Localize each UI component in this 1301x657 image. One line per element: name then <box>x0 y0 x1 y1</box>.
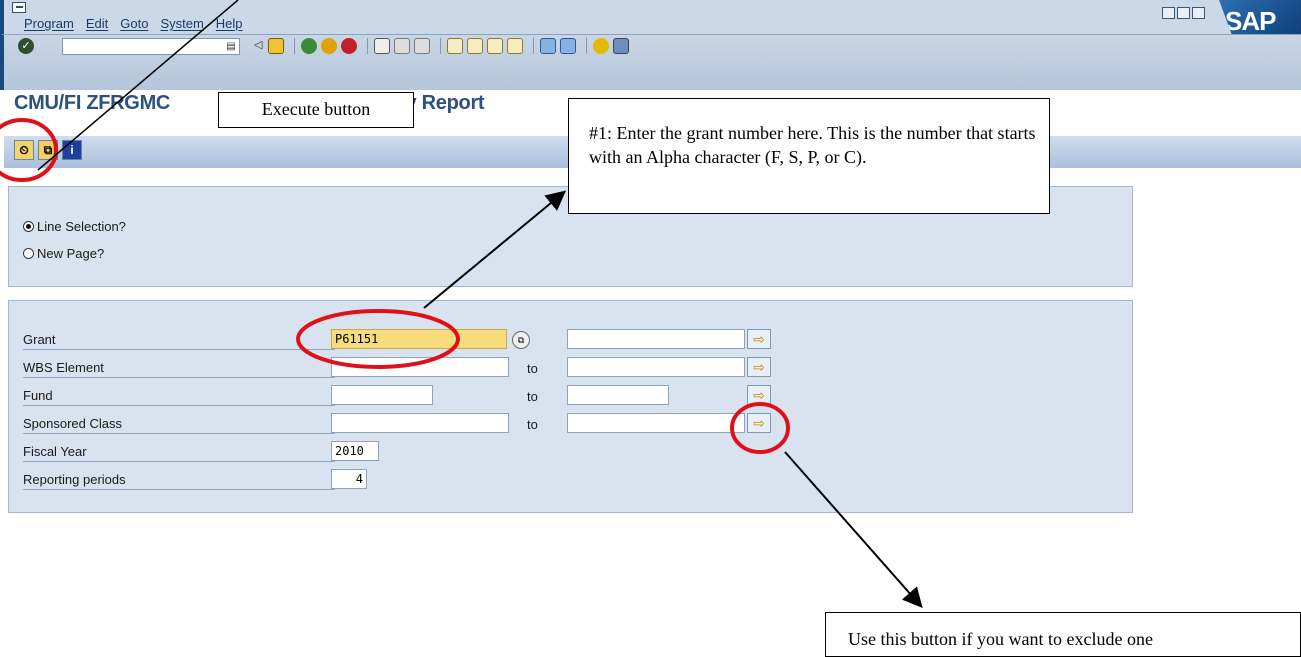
execute-pointer-line <box>37 0 239 171</box>
grant-arrow <box>423 190 567 309</box>
annotation-overlay <box>0 0 923 608</box>
exclude-arrow <box>784 451 923 608</box>
execute-highlight-circle <box>0 118 58 182</box>
exclude-highlight-circle <box>730 402 790 454</box>
grant-highlight-circle <box>296 309 460 369</box>
